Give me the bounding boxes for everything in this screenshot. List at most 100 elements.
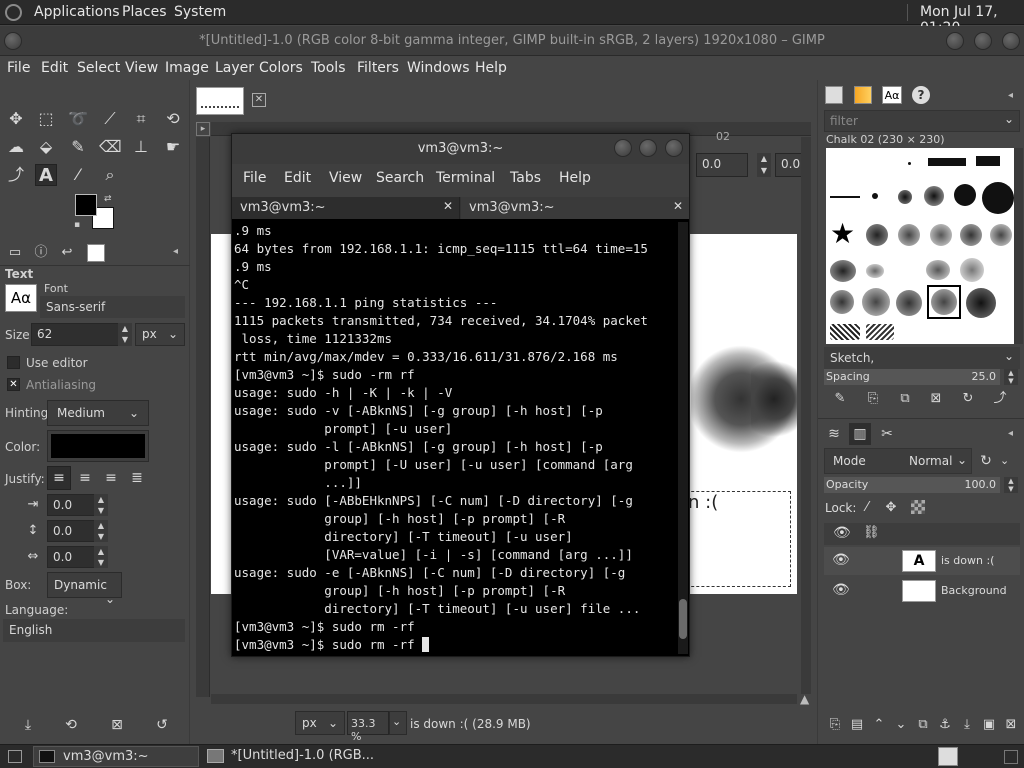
default-colors-icon[interactable]: ▪: [74, 220, 80, 230]
menu-edit[interactable]: Edit: [41, 60, 68, 76]
tool-options-tab-icon[interactable]: ▭: [4, 242, 26, 264]
close-tab-icon[interactable]: ✕: [673, 199, 683, 213]
layer-name[interactable]: Background: [941, 584, 1007, 597]
menu-applications[interactable]: Applications: [34, 4, 120, 20]
indent-input[interactable]: 0.0: [47, 494, 95, 516]
device-status-tab-icon[interactable]: ⓘ: [30, 242, 52, 264]
brush-item[interactable]: [960, 258, 984, 282]
brush-item[interactable]: [866, 224, 888, 246]
menu-file[interactable]: File: [7, 60, 30, 76]
brush-item[interactable]: [830, 324, 860, 340]
menu-windows[interactable]: Windows: [407, 60, 470, 76]
brush-item[interactable]: [866, 324, 894, 340]
delete-layer-icon[interactable]: ⊠: [1000, 714, 1022, 736]
spacing-slider[interactable]: Spacing 25.0: [824, 369, 1000, 385]
clone-tool-icon[interactable]: ⊥: [130, 136, 152, 158]
menu-layer[interactable]: Layer: [215, 60, 254, 76]
quick-mask-corner-icon[interactable]: ▸: [196, 122, 210, 136]
terminal-window[interactable]: vm3@vm3:~ File Edit View Search Terminal…: [231, 133, 690, 657]
paintbrush-tool-icon[interactable]: ✎: [67, 136, 89, 158]
menu-filters[interactable]: Filters: [357, 60, 399, 76]
fonts-tab-icon[interactable]: Aα: [882, 86, 902, 104]
chevron-down-icon[interactable]: ⌄: [1000, 454, 1009, 467]
maximize-button[interactable]: [974, 32, 992, 50]
bucket-fill-tool-icon[interactable]: ⬙: [35, 136, 57, 158]
help-tab-icon[interactable]: ?: [912, 86, 930, 104]
justify-left-icon[interactable]: ≡: [47, 466, 71, 490]
brush-item[interactable]: [872, 193, 878, 199]
font-preview[interactable]: Aα: [5, 284, 37, 312]
close-button[interactable]: [1002, 32, 1020, 50]
brush-item[interactable]: [830, 260, 856, 282]
navigate-icon[interactable]: ▲: [800, 692, 809, 706]
save-options-icon[interactable]: ⤓: [17, 714, 39, 736]
brush-item[interactable]: [928, 158, 966, 166]
terminal-menu-view[interactable]: View: [329, 170, 362, 186]
switch-mode-icon[interactable]: ↻: [975, 450, 997, 472]
eye-icon[interactable]: 👁: [832, 582, 850, 598]
vertical-ruler[interactable]: [196, 137, 210, 697]
new-layer-icon[interactable]: ⎘: [824, 714, 846, 736]
duplicate-layer-icon[interactable]: ⧉: [912, 714, 934, 736]
menu-system[interactable]: System: [174, 4, 226, 20]
chevron-down-icon[interactable]: ⌄: [1004, 112, 1014, 126]
image-tab-thumbnail[interactable]: [196, 87, 244, 115]
terminal-minimize-button[interactable]: [614, 139, 632, 157]
brush-item[interactable]: [924, 186, 944, 206]
letter-spacing-input[interactable]: 0.0: [47, 546, 95, 568]
terminal-tab-1[interactable]: vm3@vm3:~ ✕: [232, 197, 460, 219]
taskbar-item-terminal[interactable]: vm3@vm3:~: [33, 746, 199, 767]
menu-help[interactable]: Help: [475, 60, 507, 76]
size-unit-select[interactable]: px ⌄: [135, 323, 185, 346]
warp-tool-icon[interactable]: ☁: [5, 136, 27, 158]
offset-x-spin-buttons[interactable]: ▲ ▼: [757, 153, 771, 177]
workspace-switcher-icon[interactable]: [938, 747, 958, 766]
refresh-brushes-icon[interactable]: ↻: [957, 388, 979, 410]
foreground-color-swatch[interactable]: [75, 194, 97, 216]
justify-center-icon[interactable]: ≡: [100, 467, 122, 489]
text-layer-boundary[interactable]: n :(: [681, 491, 791, 587]
brush-item[interactable]: [982, 182, 1014, 214]
terminal-menu-file[interactable]: File: [243, 170, 266, 186]
brush-item[interactable]: [862, 288, 890, 316]
brush-item[interactable]: [926, 260, 950, 280]
offset-x-input[interactable]: 0.0: [696, 153, 748, 177]
brush-item[interactable]: [954, 184, 976, 206]
edit-brush-icon[interactable]: ✎: [829, 388, 851, 410]
brush-item[interactable]: [908, 162, 911, 165]
new-layer-group-icon[interactable]: ▤: [846, 714, 868, 736]
fuzzy-select-tool-icon[interactable]: ⟋: [99, 108, 121, 130]
distro-logo-icon[interactable]: [5, 4, 22, 21]
text-color-button[interactable]: [47, 430, 149, 462]
delete-options-icon[interactable]: ⊠: [106, 714, 128, 736]
configure-tab-icon[interactable]: ◂: [1008, 90, 1013, 101]
indent-spin-buttons[interactable]: ▲ ▼: [94, 494, 108, 516]
terminal-maximize-button[interactable]: [639, 139, 657, 157]
paths-tab-icon[interactable]: ✂: [876, 423, 898, 445]
layer-row[interactable]: 👁 Background: [824, 577, 1020, 605]
terminal-scroll-thumb[interactable]: [679, 599, 687, 639]
close-image-tab-icon[interactable]: ✕: [252, 93, 266, 107]
brush-item[interactable]: [830, 196, 860, 198]
opacity-spin-buttons[interactable]: ▲ ▼: [1004, 477, 1018, 493]
terminal-close-button[interactable]: [665, 139, 683, 157]
terminal-menu-help[interactable]: Help: [559, 170, 591, 186]
brush-item[interactable]: ★: [830, 220, 855, 248]
rect-select-tool-icon[interactable]: ⬚: [35, 108, 57, 130]
menu-colors[interactable]: Colors: [259, 60, 303, 76]
menu-select[interactable]: Select: [77, 60, 120, 76]
layer-name[interactable]: is down :(: [941, 554, 994, 567]
reset-options-icon[interactable]: ↺: [151, 714, 173, 736]
lower-layer-icon[interactable]: ⌄: [890, 714, 912, 736]
status-unit-select[interactable]: px ⌄: [295, 711, 345, 735]
vertical-scrollbar[interactable]: [801, 137, 811, 694]
eraser-tool-icon[interactable]: ⌫: [99, 136, 122, 158]
horizontal-scrollbar[interactable]: [211, 694, 797, 704]
brush-item[interactable]: [898, 224, 920, 246]
terminal-menu-edit[interactable]: Edit: [284, 170, 311, 186]
open-brush-as-image-icon[interactable]: ⤴: [989, 388, 1011, 410]
lasso-tool-icon[interactable]: ➰: [67, 108, 89, 130]
language-input[interactable]: English: [3, 619, 185, 642]
hinting-select[interactable]: Medium ⌄: [47, 400, 149, 426]
brush-item[interactable]: [830, 290, 854, 314]
